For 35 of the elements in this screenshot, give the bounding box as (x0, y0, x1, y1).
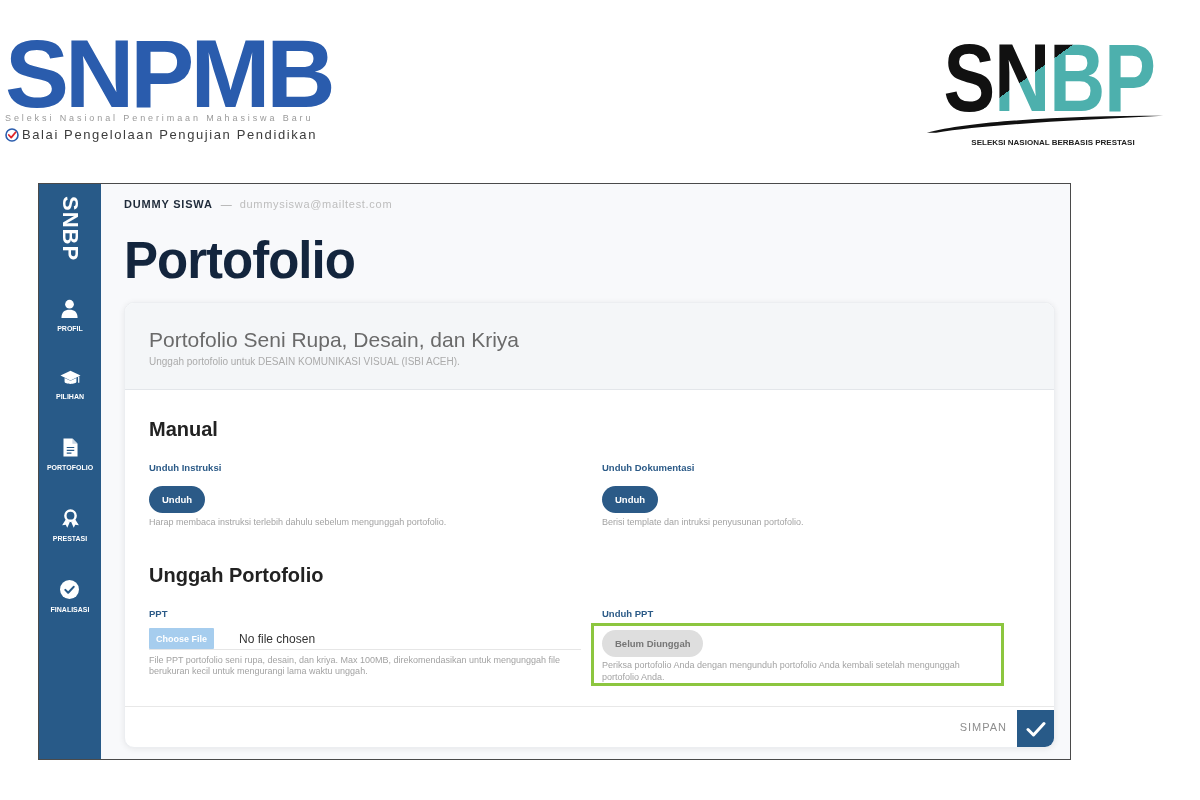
check-icon (1025, 720, 1046, 737)
logo-tagline: SELEKSI NASIONAL BERBASIS PRESTASI (971, 138, 1135, 148)
field-label: Unduh PPT (602, 607, 654, 621)
download-button[interactable]: Unduh (602, 486, 659, 513)
save-button[interactable] (1017, 710, 1054, 747)
help-text: File PPT portofolio seni rupa, desain, dan kriya. Max 100MB, direkomendasikan untuk mengunggah file berukuran kecil untuk mengurangi lama waktu unggah. (149, 655, 562, 677)
field-label: Unduh Dokumentasi (602, 461, 695, 475)
graduation-cap-icon (59, 370, 81, 387)
user-name: DUMMY SISWA (124, 198, 213, 210)
field-label: Unduh Instruksi (149, 461, 222, 475)
snbp-logo: SNBP (925, 20, 1165, 134)
sidebar-brand-text: SNBP (58, 196, 82, 262)
document-icon (62, 438, 78, 458)
section-heading: Manual (149, 417, 218, 441)
card-title: Portofolio Seni Rupa, Desain, dan Kriya (149, 327, 520, 353)
help-text: Berisi template dan intruksi penyusunan portofolio. (602, 516, 805, 528)
help-text: Periksa portofolio Anda dengan mengunduh portofolio Anda kembali setelah mengunggah portofolio Anda. (602, 659, 961, 683)
check-circle-icon (5, 128, 19, 142)
page-title: Portofolio (124, 233, 355, 289)
file-input[interactable]: Choose File No file chosen (149, 628, 581, 650)
organization-name: Balai Pengelolaan Pengujian Pendidikan (22, 127, 317, 143)
user-email: dummysiswa@mailtest.com (239, 198, 393, 210)
card-subtitle: Unggah portofolio untuk DESAIN KOMUNIKASI VISUAL (ISBI ACEH). (149, 355, 460, 369)
award-ribbon-icon (60, 509, 80, 529)
save-label: SIMPAN (959, 721, 1007, 733)
check-circle-icon (60, 580, 80, 600)
logo-tagline: Seleksi Nasional Penerimaan Mahasiswa Baru (5, 112, 314, 124)
section-heading: Unggah Portofolio (149, 563, 324, 587)
download-button[interactable]: Unduh (149, 486, 206, 513)
file-status-text: No file chosen (239, 631, 316, 646)
help-text: Harap membaca instruksi terlebih dahulu sebelum mengunggah portofolio. (149, 516, 448, 528)
field-label: PPT (149, 607, 168, 621)
separator-dash: — (220, 198, 232, 210)
person-icon (60, 299, 80, 319)
snpmb-wordmark: SNPMB (5, 35, 332, 112)
